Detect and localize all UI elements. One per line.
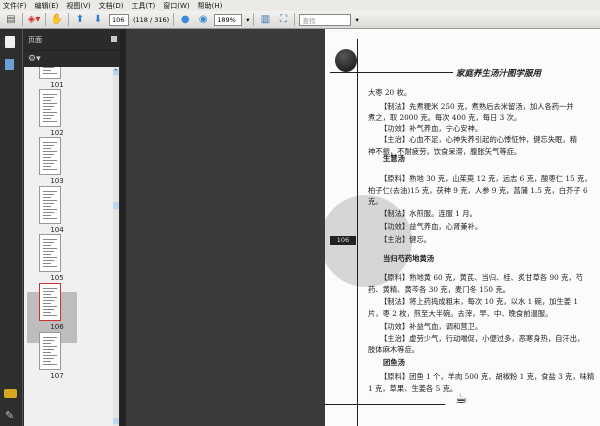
separator xyxy=(68,13,69,26)
menu-view[interactable]: 视图(V) xyxy=(66,1,90,11)
body-text-line: 片，枣 2 枚，煎至大半碗。去滓，早、中、晚食前温服。 xyxy=(368,309,553,318)
section-title: 当归芍药地黄汤 xyxy=(383,254,435,263)
body-text-line: 【主治】健忘。 xyxy=(380,235,432,244)
separator xyxy=(253,13,255,26)
zoom-dropdown-icon[interactable]: ▾ xyxy=(246,16,249,24)
attachments-icon[interactable]: ✎ xyxy=(5,409,14,422)
header-rule xyxy=(330,72,453,73)
body-text-line: 【制法】先煮粳米 250 克，煮熟后去米留汤，加人各药一并 xyxy=(380,102,574,111)
fit-page-icon[interactable]: ⛶ xyxy=(276,13,290,26)
section-title: 生慧汤 xyxy=(383,154,405,163)
vertical-rule xyxy=(357,39,358,426)
teacup-icon: ☕ xyxy=(455,391,468,407)
pages-panel: 页面 ⚙▾ ^ 101 102 103 104 105 106 107 xyxy=(22,29,120,426)
thumbnail-label: 106 xyxy=(50,323,64,331)
comments-icon[interactable] xyxy=(4,389,17,398)
header-title: 家庭养生汤汁图学服用 xyxy=(456,69,542,79)
navigation-bar: ✎ xyxy=(0,29,22,426)
zoom-in-icon[interactable]: ◉ xyxy=(196,13,210,26)
next-page-icon[interactable]: ⬇ xyxy=(91,13,105,26)
body-text-line: 克。 xyxy=(368,197,383,206)
section-title: 团鱼汤 xyxy=(383,358,405,367)
body-text-line: 【功效】补气养血，宁心安神。 xyxy=(380,124,483,133)
scroll-down-icon[interactable] xyxy=(113,418,119,424)
document-page: 家庭养生汤汁图学服用 106 大枣 20 枚。【制法】先煮粳米 250 克，煮熟… xyxy=(325,29,600,426)
thumbnail-list: ^ 101 102 103 104 105 106 107 xyxy=(24,67,119,426)
pages-icon[interactable] xyxy=(5,36,15,48)
thumbnail-label: 101 xyxy=(50,81,64,89)
fit-width-icon[interactable]: ▥ xyxy=(258,13,272,26)
hand-icon[interactable]: ✋ xyxy=(50,13,64,26)
body-text-line: 药、黄精、黄芩各 30 克，麦门冬 150 克。 xyxy=(368,285,510,294)
panel-options-button[interactable] xyxy=(111,36,117,42)
footer-rule xyxy=(325,404,445,405)
body-text-line: 柏子仁(去油)15 克，茯神 9 克，人参 9 克，菖蒲 1.5 克，白芥子 6 xyxy=(368,186,588,195)
toolbar: ▤ ◈▾ ✋ ⬆ ⬇ 106 (118 / 316) ● ◉ 189% ▾ ▥ … xyxy=(0,11,600,29)
header-ball xyxy=(335,49,357,72)
page-thumbnail[interactable] xyxy=(39,137,61,175)
thumbnail-label: 104 xyxy=(50,226,64,234)
body-text-line: 【制法】将上药捣成粗末，每次 10 克，以水 1 碗，加生姜 1 xyxy=(380,297,578,306)
separator xyxy=(45,13,46,26)
body-text-line: 【制法】水煎服。连服 1 月。 xyxy=(380,209,477,218)
thumbnail-label: 105 xyxy=(50,274,64,282)
body-text-line: 【功效】补益气血，调和营卫。 xyxy=(380,322,483,331)
scroll-thumb[interactable] xyxy=(113,202,119,209)
page-thumbnail[interactable] xyxy=(39,234,61,272)
body-text-line: 大枣 20 枚。 xyxy=(368,88,412,97)
scroll-up-icon[interactable]: ^ xyxy=(113,69,119,75)
panel-splitter[interactable] xyxy=(120,29,126,426)
separator xyxy=(22,13,23,26)
body-text-line: 【原料】熟地黄 60 克，黄芪、当归、桂、炙甘草各 90 克，芍 xyxy=(380,273,583,282)
thumbnail-label: 102 xyxy=(50,129,64,137)
menu-bar: 文件(F) 编辑(E) 视图(V) 文档(D) 工具(T) 窗口(W) 帮助(H… xyxy=(0,0,600,11)
separator xyxy=(294,13,296,26)
page-number: 106 xyxy=(330,236,356,245)
zoom-input[interactable]: 189% xyxy=(214,13,243,26)
body-text-line: 【原料】团鱼 1 个，羊肉 500 克，胡椒粉 1 克，食盐 3 克，味精 xyxy=(380,372,595,381)
page-thumbnail[interactable] xyxy=(39,332,61,370)
scrollbar[interactable]: ^ xyxy=(113,67,119,426)
menu-help[interactable]: 帮助(H) xyxy=(198,1,223,11)
export-icon[interactable]: ◈▾ xyxy=(27,13,41,26)
thumbnail-label: 107 xyxy=(50,372,64,380)
search-dropdown-icon[interactable]: ▾ xyxy=(355,16,358,24)
menu-window[interactable]: 窗口(W) xyxy=(163,1,189,11)
zoom-out-icon[interactable]: ● xyxy=(178,13,192,26)
print-icon[interactable]: ▤ xyxy=(4,13,18,26)
page-thumbnail[interactable] xyxy=(39,186,61,224)
body-text-line: 【主治】心血不足，心神失养引起的心悸怔忡，健忘失眠，精 xyxy=(380,135,578,144)
thumbnail-label: 103 xyxy=(50,177,64,185)
panel-title: 页面 xyxy=(28,35,42,44)
previous-page-icon[interactable]: ⬆ xyxy=(73,13,87,26)
search-input[interactable]: 查找 xyxy=(299,13,352,26)
body-text-line: 【功效】益气养血，心肾兼补。 xyxy=(380,222,483,231)
bookmarks-icon[interactable] xyxy=(5,59,14,70)
thumbnail-options-icon[interactable]: ⚙▾ xyxy=(28,54,41,64)
page-count: (118 / 316) xyxy=(133,15,170,24)
body-text-line: 【原料】熟地 30 克，山茱萸 12 克，远志 6 克，酸枣仁 15 克， xyxy=(380,174,592,183)
page-thumbnail[interactable] xyxy=(39,89,61,127)
page-number-input[interactable]: 106 xyxy=(109,13,129,26)
body-text-line: 煮之，取 2000 克。每次 400 克，每日 3 次。 xyxy=(368,113,522,122)
menu-document[interactable]: 文档(D) xyxy=(99,1,124,11)
separator xyxy=(173,13,175,26)
page-thumbnail[interactable] xyxy=(39,283,61,321)
menu-file[interactable]: 文件(F) xyxy=(3,1,27,11)
body-text-line: 1 克，草果、生姜各 5 克。 xyxy=(368,384,458,393)
body-text-line: 肢体麻木等症。 xyxy=(368,345,420,354)
menu-edit[interactable]: 编辑(E) xyxy=(35,1,59,11)
menu-tools[interactable]: 工具(T) xyxy=(132,1,156,11)
body-text-line: 【主治】虚劳少气，行动喘促，小便过多，恶寒身热，自汗出， xyxy=(380,334,585,343)
page-thumbnail[interactable] xyxy=(39,67,61,79)
